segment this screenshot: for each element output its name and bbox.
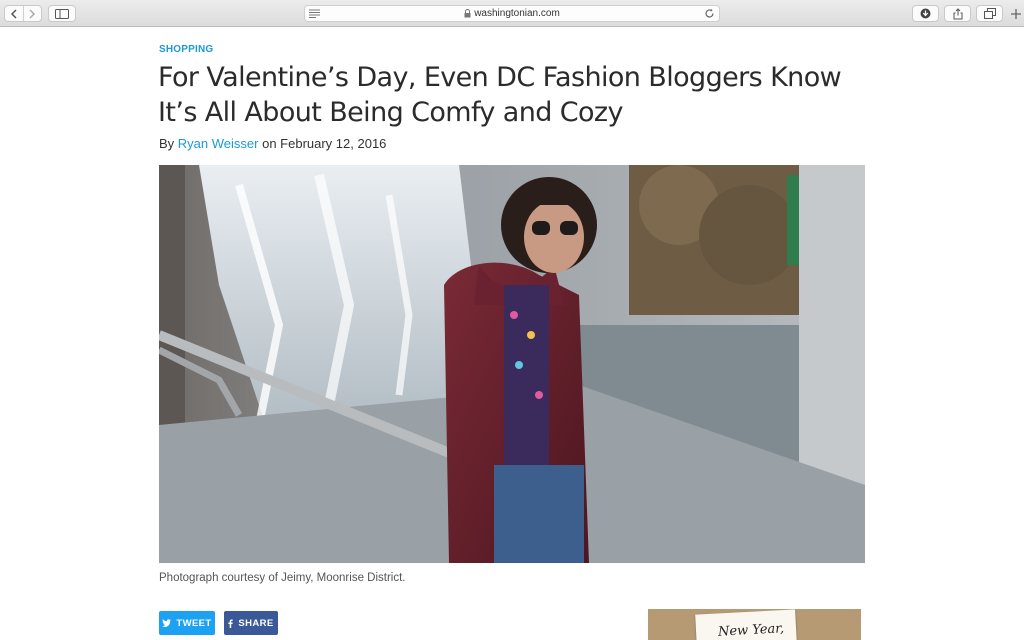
facebook-icon [228, 619, 234, 628]
new-tab-button[interactable] [1008, 6, 1024, 22]
sidebar-toggle-button[interactable] [48, 5, 76, 22]
category-link[interactable]: SHOPPING [159, 44, 213, 55]
lock-icon [464, 9, 471, 18]
chevron-right-icon [29, 8, 36, 19]
browser-toolbar: washingtonian.com [0, 0, 1024, 27]
show-tabs-button[interactable] [976, 5, 1003, 22]
tweet-button[interactable]: TWEET [159, 611, 215, 635]
hero-photo-illustration [159, 165, 865, 563]
back-button[interactable] [5, 6, 23, 21]
hero-photo [159, 165, 865, 563]
tweet-label: TWEET [176, 617, 212, 629]
share-label: SHARE [238, 617, 274, 629]
byline-date: on February 12, 2016 [258, 136, 387, 151]
reload-icon[interactable] [704, 8, 715, 19]
facebook-share-button[interactable]: SHARE [224, 611, 278, 635]
byline: By Ryan Weisser on February 12, 2016 [159, 136, 386, 151]
chevron-left-icon [10, 8, 17, 19]
nav-buttons [4, 5, 42, 22]
downloads-button[interactable] [912, 5, 939, 22]
author-link[interactable]: Ryan Weisser [178, 136, 259, 151]
address-bar[interactable]: washingtonian.com [304, 5, 720, 22]
tabs-icon [983, 8, 996, 19]
plus-icon [1011, 9, 1021, 19]
forward-button[interactable] [23, 6, 41, 21]
sidebar-article-thumbnail[interactable]: New Year, [648, 609, 861, 640]
url-text: washingtonian.com [474, 8, 560, 19]
share-icon [953, 7, 962, 19]
twitter-icon [162, 619, 172, 627]
sidebar-icon [55, 8, 69, 19]
share-button[interactable] [944, 5, 971, 22]
article-headline: For Valentine’s Day, Even DC Fashion Blo… [158, 62, 842, 128]
byline-prefix: By [159, 136, 178, 151]
download-icon [920, 8, 931, 19]
photo-caption: Photograph courtesy of Jeimy, Moonrise D… [159, 572, 406, 584]
